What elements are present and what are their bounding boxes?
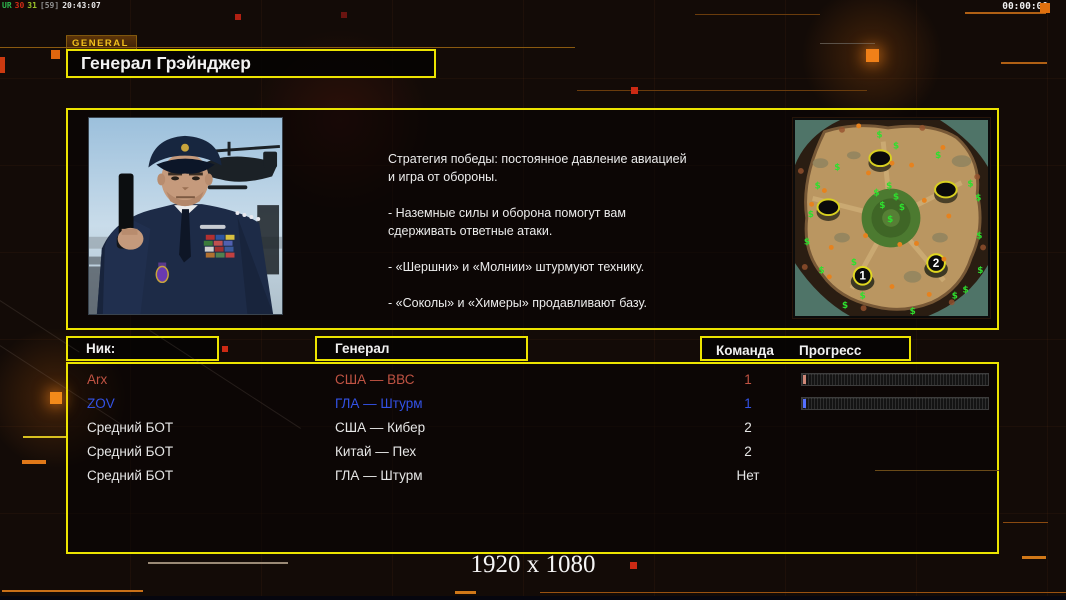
decorative-line	[23, 436, 66, 438]
svg-text:$: $	[977, 266, 983, 276]
start-position-1: 1	[859, 270, 866, 283]
decorative-square	[630, 562, 637, 569]
player-team: Нет	[736, 468, 760, 483]
progress-fill	[803, 399, 806, 408]
svg-text:$: $	[808, 210, 814, 220]
decorative-line	[148, 562, 288, 564]
start-position-2: 2	[933, 257, 940, 270]
header-general: Генерал	[315, 336, 528, 361]
svg-text:$: $	[935, 151, 941, 161]
decorative-line	[0, 47, 575, 48]
svg-text:$: $	[893, 141, 899, 151]
svg-text:$: $	[887, 215, 893, 225]
decorative-line	[1003, 522, 1048, 523]
decorative-line	[965, 12, 1046, 14]
strategy-briefing: Стратегия победы: постоянное давление ав…	[388, 152, 687, 310]
svg-text:$: $	[819, 266, 825, 276]
table-row: Средний БОТ Китай — Пех 2	[68, 440, 997, 464]
svg-text:$: $	[860, 291, 866, 301]
minimap-image: 1 2 $$$$ $ $$$ $$$$ $ $$$ $$$$ $$$$	[795, 120, 988, 316]
player-nick: Средний БОТ	[87, 468, 174, 483]
general-portrait-image	[89, 118, 282, 314]
player-team: 2	[744, 420, 752, 435]
svg-text:$: $	[893, 192, 899, 202]
svg-text:$: $	[899, 203, 905, 213]
svg-text:$: $	[976, 232, 982, 242]
table-row: ZOV ГЛА — Штурм 1	[68, 392, 997, 416]
page-title: Генерал Грэйнджер	[66, 49, 436, 78]
decorative-line	[455, 591, 476, 594]
player-team: 2	[744, 444, 752, 459]
minimap: 1 2 $ $ $ $ $ $ $ $ $ $ $ $ $ $ $ $ $ $ $ $ $ $ $ $	[792, 117, 991, 319]
perf-bracket: [59]	[39, 1, 60, 10]
decorative-line	[540, 592, 1066, 593]
svg-text:$: $	[975, 193, 981, 203]
svg-text:$: $	[873, 188, 879, 198]
decorative-square	[631, 87, 638, 94]
svg-text:$: $	[910, 307, 916, 316]
decorative-line	[1001, 62, 1047, 64]
decorative-square	[0, 57, 5, 73]
decorative-square	[235, 14, 241, 20]
perf-overlay: UR 30 31 [59] 20:43:07	[2, 1, 104, 10]
decorative-line	[577, 90, 867, 91]
players-table: Arx США — ВВС 1 ZOV ГЛА — Штурм 1 Средни…	[66, 362, 999, 554]
player-progress-bar	[801, 397, 989, 410]
svg-text:$: $	[804, 237, 810, 247]
svg-text:$: $	[842, 301, 848, 311]
progress-fill	[803, 375, 806, 384]
header-team-progress: Команда Прогресс	[700, 336, 911, 361]
player-general: США — Кибер	[335, 420, 426, 435]
decorative-line	[695, 14, 820, 15]
perf-val: 31	[27, 1, 37, 10]
decorative-line	[22, 460, 46, 464]
decorative-square	[866, 49, 879, 62]
header-team: Команда	[716, 343, 774, 358]
header-nick: Ник:	[66, 336, 219, 361]
decorative-square	[341, 12, 347, 18]
svg-text:$: $	[963, 285, 969, 295]
player-nick: Средний БОТ	[87, 420, 174, 435]
perf-ur: UR	[2, 1, 12, 10]
player-team: 1	[744, 396, 752, 411]
perf-clock: 20:43:07	[62, 1, 101, 10]
general-portrait	[88, 117, 283, 315]
table-row: Средний БОТ ГЛА — Штурм Нет	[68, 464, 997, 488]
decorative-line	[875, 470, 999, 471]
player-nick: Средний БОТ	[87, 444, 174, 459]
decorative-line	[820, 43, 875, 44]
player-general: ГЛА — Штурм	[335, 396, 423, 411]
table-row: Средний БОТ США — Кибер 2	[68, 416, 997, 440]
player-nick: Arx	[87, 372, 108, 387]
svg-text:$: $	[815, 182, 821, 192]
svg-text:$: $	[879, 201, 885, 211]
player-general: США — ВВС	[335, 372, 415, 387]
player-general: ГЛА — Штурм	[335, 468, 423, 483]
decorative-square	[222, 346, 228, 352]
svg-text:$: $	[967, 180, 973, 190]
svg-text:$: $	[886, 182, 892, 192]
svg-text:$: $	[834, 163, 840, 173]
decorative-square	[1040, 3, 1050, 13]
decorative-square	[50, 392, 62, 404]
decorative-square	[51, 50, 60, 59]
perf-fps: 30	[14, 1, 25, 10]
player-team: 1	[744, 372, 752, 387]
player-progress-bar	[801, 373, 989, 386]
table-row: Arx США — ВВС 1	[68, 368, 997, 392]
resolution-label: 1920 x 1080	[470, 551, 596, 578]
bottom-bar	[0, 596, 1066, 600]
svg-text:$: $	[851, 258, 857, 268]
decorative-line	[1022, 556, 1046, 559]
svg-text:$: $	[876, 131, 882, 141]
header-progress: Прогресс	[799, 343, 862, 358]
svg-text:$: $	[952, 291, 958, 301]
decorative-line	[2, 590, 143, 592]
player-general: Китай — Пех	[335, 444, 417, 459]
